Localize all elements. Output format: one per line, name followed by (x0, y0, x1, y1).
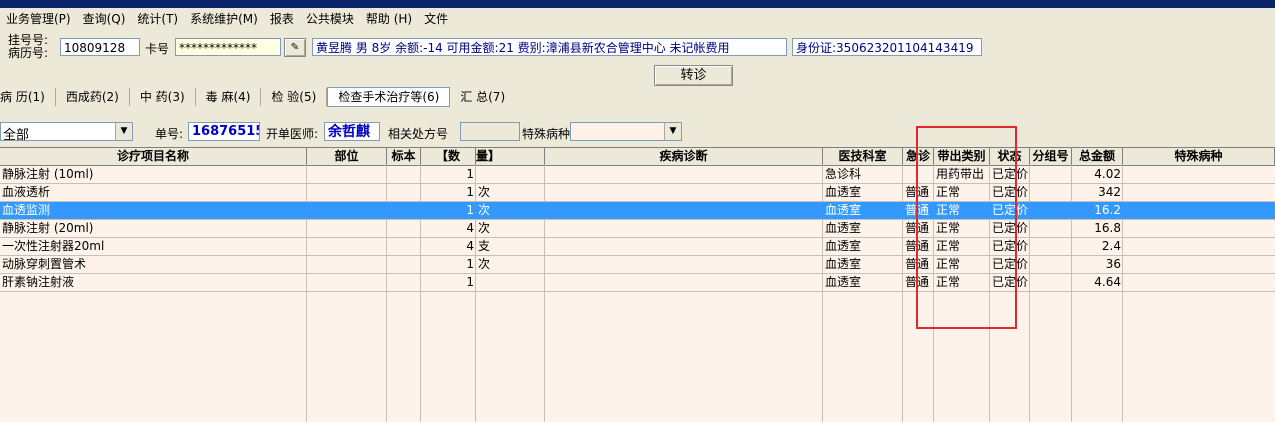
col-item-name[interactable]: 诊疗项目名称 (0, 148, 307, 165)
cell-unit[interactable]: 支 (476, 238, 545, 255)
scope-value: 全部 (3, 128, 30, 143)
cell-name[interactable]: 静脉注射 (10ml) (0, 166, 307, 183)
related-label: 相关处方号 (388, 127, 449, 141)
card-read-button[interactable]: ✎ (284, 38, 306, 57)
transfer-button[interactable]: 转诊 (654, 65, 733, 86)
menu-query[interactable]: 查询(Q) (77, 10, 132, 27)
menu-bar: 业务管理(P) 查询(Q) 统计(T) 系统维护(M) 报表 公共模块 帮助 (… (0, 8, 1275, 28)
menu-statistics[interactable]: 统计(T) (131, 10, 184, 27)
table-row[interactable]: 静脉注射 (20ml) 4 次血透室 普通 正常 已定价 16.8 (0, 220, 1275, 238)
cell-amount[interactable]: 16.8 (1072, 220, 1123, 237)
order-label: 单号: (155, 127, 184, 141)
scope-select[interactable]: 全部 ▼ (0, 122, 133, 143)
col-qty[interactable]: 【数 (421, 148, 476, 165)
cell-amount[interactable]: 36 (1072, 256, 1123, 273)
id-card-info: 身份证:350623201104143419 (792, 38, 982, 56)
tab-lab[interactable]: 检 验(5) (261, 88, 328, 106)
cell-name[interactable]: 血液透析 (0, 184, 307, 201)
disease-select[interactable]: ▼ (570, 122, 682, 141)
cell-dept[interactable]: 血透室 (823, 202, 903, 219)
cell-unit[interactable]: 次 (476, 202, 545, 219)
tab-summary[interactable]: 汇 总(7) (450, 88, 515, 106)
tab-exam-surgery[interactable]: 检查手术治疗等(6) (327, 87, 451, 107)
cell-qty[interactable]: 1 (421, 256, 476, 273)
card-label: 卡号 (145, 42, 170, 56)
cell-qty[interactable]: 4 (421, 238, 476, 255)
highlight-box (916, 126, 1017, 329)
menu-reports[interactable]: 报表 (264, 10, 300, 27)
chevron-down-icon: ▼ (115, 123, 132, 140)
cell-name[interactable]: 静脉注射 (20ml) (0, 220, 307, 237)
col-site[interactable]: 部位 (307, 148, 387, 165)
related-input[interactable] (460, 122, 520, 141)
cell-dept[interactable]: 血透室 (823, 238, 903, 255)
cell-qty[interactable]: 1 (421, 202, 476, 219)
col-unit[interactable]: 量】 (476, 148, 545, 165)
cell-unit[interactable] (476, 274, 545, 291)
orders-grid: 诊疗项目名称 部位 标本 【数 量】 疾病诊断 医技科室 急诊 带出类别 状态 … (0, 147, 1275, 422)
menu-public[interactable]: 公共模块 (300, 10, 360, 27)
cell-name[interactable]: 动脉穿刺置管术 (0, 256, 307, 273)
disease-label: 特殊病种 (522, 127, 571, 141)
tab-bar: 病 历(1) 西成药(2) 中 药(3) 毒 麻(4) 检 验(5) 检查手术治… (0, 86, 1275, 108)
table-row[interactable]: 动脉穿刺置管术 1 次血透室 普通 正常 已定价 36 (0, 256, 1275, 274)
cell-unit[interactable]: 次 (476, 256, 545, 273)
cell-dept[interactable]: 血透室 (823, 184, 903, 201)
record-no-label: 病历号: (8, 46, 49, 60)
col-special-disease[interactable]: 特殊病种 (1123, 148, 1275, 165)
tab-history[interactable]: 病 历(1) (0, 88, 56, 106)
table-row[interactable]: 肝素钠注射液 1 血透室 普通 正常 已定价 4.64 (0, 274, 1275, 292)
record-no-input[interactable]: 10809128 (60, 38, 140, 56)
cell-unit[interactable]: 次 (476, 220, 545, 237)
table-row[interactable]: 静脉注射 (10ml) 1 急诊科 用药带出 已定价 4.02 (0, 166, 1275, 184)
menu-file[interactable]: 文件 (418, 10, 454, 27)
chevron-down-icon: ▼ (664, 123, 681, 140)
cell-amount[interactable]: 2.4 (1072, 238, 1123, 255)
order-no-input[interactable]: 16876515 (188, 122, 260, 141)
menu-help[interactable]: 帮助 (H) (360, 10, 418, 27)
col-specimen[interactable]: 标本 (387, 148, 421, 165)
tab-narcotic[interactable]: 毒 麻(4) (196, 88, 262, 106)
col-group[interactable]: 分组号 (1030, 148, 1072, 165)
cell-dept[interactable]: 急诊科 (823, 166, 903, 183)
title-bar (0, 0, 1275, 8)
cell-name[interactable]: 血透监测 (0, 202, 307, 219)
tab-western-med[interactable]: 西成药(2) (56, 88, 130, 106)
cell-unit[interactable] (476, 166, 545, 183)
table-row[interactable]: 一次性注射器20ml 4 支血透室 普通 正常 已定价 2.4 (0, 238, 1275, 256)
cell-qty[interactable]: 1 (421, 274, 476, 291)
cell-dept[interactable]: 血透室 (823, 256, 903, 273)
table-row[interactable]: 血透监测 1 次血透室 普通 正常 已定价 16.2 (0, 202, 1275, 220)
grid-header: 诊疗项目名称 部位 标本 【数 量】 疾病诊断 医技科室 急诊 带出类别 状态 … (0, 148, 1275, 166)
cell-dept[interactable]: 血透室 (823, 274, 903, 291)
cell-qty[interactable]: 1 (421, 184, 476, 201)
cell-amount[interactable]: 4.02 (1072, 166, 1123, 183)
cell-amount[interactable]: 342 (1072, 184, 1123, 201)
patient-info: 黄昱腾 男 8岁 余额:-14 可用金额:21 费别:漳浦县新农合管理中心 未记… (312, 38, 787, 56)
doctor-input[interactable]: 余哲麒 (324, 122, 380, 141)
cell-dept[interactable]: 血透室 (823, 220, 903, 237)
col-dept[interactable]: 医技科室 (823, 148, 903, 165)
table-row[interactable]: 血液透析 1 次血透室 普通 正常 已定价 342 (0, 184, 1275, 202)
doctor-label: 开单医师: (266, 127, 319, 141)
cell-qty[interactable]: 4 (421, 220, 476, 237)
cell-unit[interactable]: 次 (476, 184, 545, 201)
cell-qty[interactable]: 1 (421, 166, 476, 183)
card-input[interactable]: ************* (175, 38, 281, 56)
col-diagnosis[interactable]: 疾病诊断 (545, 148, 823, 165)
cell-amount[interactable]: 4.64 (1072, 274, 1123, 291)
card-reader-icon: ✎ (290, 42, 300, 53)
menu-maintenance[interactable]: 系统维护(M) (184, 10, 264, 27)
cell-amount[interactable]: 16.2 (1072, 202, 1123, 219)
cell-name[interactable]: 一次性注射器20ml (0, 238, 307, 255)
col-amount[interactable]: 总金额 (1072, 148, 1123, 165)
menu-business[interactable]: 业务管理(P) (0, 10, 77, 27)
cell-name[interactable]: 肝素钠注射液 (0, 274, 307, 291)
tab-chinese-med[interactable]: 中 药(3) (130, 88, 196, 106)
